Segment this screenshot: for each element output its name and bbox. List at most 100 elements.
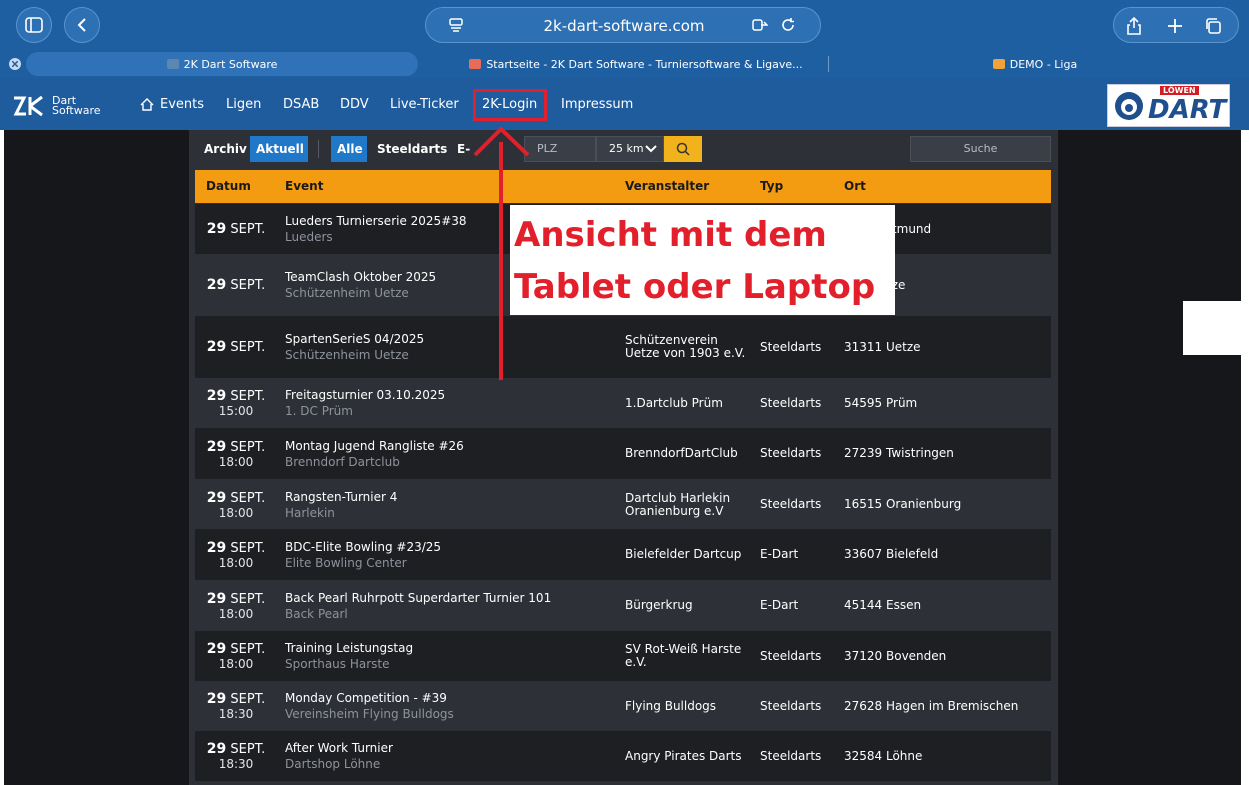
date-line: 29 SEPT. xyxy=(207,277,265,293)
tab-overview-icon[interactable] xyxy=(1204,17,1222,35)
col-datum[interactable]: Datum xyxy=(206,179,251,193)
event-date: 29 SEPT. 15:00 xyxy=(195,378,277,428)
col-event[interactable]: Event xyxy=(285,179,323,193)
table-row[interactable]: 29 SEPT. 18:00 Back Pearl Ruhrpott Superda… xyxy=(195,580,1051,631)
event-date: 29 SEPT. 18:00 xyxy=(195,479,277,530)
date-line: 29 SEPT. xyxy=(207,439,265,455)
event-name[interactable]: Freitagsturnier 03.10.2025 xyxy=(285,388,605,402)
event-time: 15:00 xyxy=(218,404,254,418)
search-input[interactable]: Suche xyxy=(910,136,1051,162)
table-row[interactable]: 29 SEPT. 18:00 Training Leistungstag Sporth… xyxy=(195,631,1051,681)
event-venue: Vereinsheim Flying Bulldogs xyxy=(285,707,454,721)
table-row[interactable]: 29 SEPT. 18:00 Montag Jugend Rangliste #26… xyxy=(195,428,1051,479)
partner-logo-top: LÖWEN xyxy=(1160,86,1199,95)
steeldarts-button[interactable]: Steeldarts xyxy=(371,136,447,162)
event-location: 32584 Löhne xyxy=(844,748,923,763)
event-info: Monday Competition - #39 Vereinsheim Flyi… xyxy=(285,681,605,731)
lion-icon xyxy=(1115,92,1143,120)
col-typ[interactable]: Typ xyxy=(760,179,783,193)
event-date: 29 SEPT. 18:00 xyxy=(195,529,277,580)
event-name[interactable]: BDC-Elite Bowling #23/25 xyxy=(285,540,605,554)
event-type: Steeldarts xyxy=(760,698,822,713)
radius-value: 25 km xyxy=(609,142,644,155)
event-date: 29 SEPT. 18:30 xyxy=(195,681,277,731)
date-month: SEPT. xyxy=(230,642,266,657)
table-row[interactable]: 29 SEPT. 18:30 After Work Turnier Dartshop … xyxy=(195,731,1051,781)
site-logo[interactable]: Dart Software xyxy=(12,95,132,117)
browser-tab-3[interactable]: DEMO - Liga xyxy=(830,52,1240,76)
nav-events[interactable]: Events xyxy=(160,97,204,112)
event-name[interactable]: SpartenSerieS 04/2025 xyxy=(285,332,605,346)
event-date: 29 SEPT. 18:00 xyxy=(195,580,277,631)
alle-button[interactable]: Alle xyxy=(331,136,367,162)
event-info: SpartenSerieS 04/2025 Schützenheim Uetze xyxy=(285,316,605,378)
event-time: 18:30 xyxy=(218,757,254,771)
nav-ligen[interactable]: Ligen xyxy=(226,97,261,112)
nav-ddv[interactable]: DDV xyxy=(340,97,369,112)
nav-live-ticker[interactable]: Live-Ticker xyxy=(390,97,459,112)
date-day: 29 xyxy=(206,590,227,607)
nav-dsab[interactable]: DSAB xyxy=(283,97,319,112)
event-organizer: Schützenverein Uetze von 1903 e.V. xyxy=(625,333,746,360)
event-name[interactable]: After Work Turnier xyxy=(285,741,605,755)
event-time: 18:00 xyxy=(218,555,254,570)
nav-impressum[interactable]: Impressum xyxy=(561,97,633,112)
plz-input[interactable]: PLZ xyxy=(524,136,596,162)
event-name[interactable]: Montag Jugend Rangliste #26 xyxy=(285,439,605,453)
side-white-block xyxy=(1183,301,1243,355)
table-row[interactable]: 29 SEPT. 15:00 Freitagsturnier 03.10.2025 1… xyxy=(195,378,1051,428)
event-venue: Schützenheim Uetze xyxy=(285,348,409,362)
aktuell-button[interactable]: Aktuell xyxy=(250,136,308,162)
event-organizer: SV Rot-Weiß Harste e.V. xyxy=(625,642,742,669)
event-name[interactable]: Training Leistungstag xyxy=(285,641,605,655)
table-row[interactable]: 29 SEPT. 18:30 Monday Competition - #39 Ver… xyxy=(195,681,1051,731)
reload-icon[interactable] xyxy=(780,17,796,33)
date-line: 29 SEPT. xyxy=(207,540,265,556)
event-location: 54595 Prüm xyxy=(844,395,918,410)
event-type: Steeldarts xyxy=(760,648,822,663)
sidebar-toggle-button[interactable] xyxy=(16,7,52,43)
date-line: 29 SEPT. xyxy=(207,339,265,355)
col-veranstalter[interactable]: Veranstalter xyxy=(625,179,709,193)
date-month: SEPT. xyxy=(230,439,266,455)
browser-tab-1[interactable]: 2K Dart Software xyxy=(26,52,418,76)
translate-icon[interactable] xyxy=(752,18,768,33)
event-organizer: Bielefelder Dartcup xyxy=(625,547,742,561)
event-info: BDC-Elite Bowling #23/25 Elite Bowling Ce… xyxy=(285,529,605,580)
address-bar[interactable]: 2k-dart-software.com xyxy=(425,7,821,43)
event-organizer: Angry Pirates Darts xyxy=(625,748,742,763)
share-icon[interactable] xyxy=(1126,16,1142,35)
event-location: 16515 Oranienburg xyxy=(844,497,962,511)
table-row[interactable]: 29 SEPT. 18:00 BDC-Elite Bowling #23/25 Eli… xyxy=(195,529,1051,580)
event-type: Steeldarts xyxy=(760,339,822,354)
radius-select[interactable]: 25 km xyxy=(596,136,664,162)
partner-logo-main: DART xyxy=(1148,95,1227,125)
date-day: 29 xyxy=(206,741,227,757)
chevron-down-icon xyxy=(645,145,657,153)
screenshot-frame: 2k-dart-software.com 2K Dart Software St… xyxy=(0,0,1249,785)
event-location: 27239 Twistringen xyxy=(844,446,954,460)
archiv-button[interactable]: Archiv xyxy=(198,136,248,162)
close-tab-button[interactable] xyxy=(9,58,21,70)
2k-favicon-icon xyxy=(166,59,179,69)
back-button[interactable] xyxy=(64,7,100,43)
table-row[interactable]: 29 SEPT. 18:00 Rangsten-Turnier 4 Harlekin D… xyxy=(195,479,1051,530)
browser-toolbar: 2k-dart-software.com xyxy=(0,0,1249,50)
event-name[interactable]: Monday Competition - #39 xyxy=(285,691,605,705)
event-venue: Back Pearl xyxy=(285,606,348,621)
browser-tab-2[interactable]: Startseite - 2K Dart Software - Turniers… xyxy=(446,52,826,76)
search-button[interactable] xyxy=(664,136,702,162)
event-name[interactable]: Rangsten-Turnier 4 xyxy=(285,490,605,504)
event-organizer: 1.Dartclub Prüm xyxy=(625,395,723,410)
table-row[interactable]: 29 SEPT. SpartenSerieS 04/2025 Schützenhei… xyxy=(195,316,1051,378)
event-organizer: BrenndorfDartClub xyxy=(625,446,738,460)
event-location: 37120 Bovenden xyxy=(844,648,947,663)
partner-logo[interactable]: LÖWEN DART xyxy=(1107,84,1230,127)
event-venue: Harlekin xyxy=(285,505,335,520)
event-name[interactable]: Back Pearl Ruhrpott Superdarter Turnier … xyxy=(285,591,605,605)
date-day: 29 xyxy=(206,277,227,293)
new-tab-icon[interactable] xyxy=(1166,17,1184,35)
date-line: 29 SEPT. xyxy=(207,741,265,757)
col-ort[interactable]: Ort xyxy=(844,179,866,193)
2k-favicon-icon xyxy=(469,59,482,69)
